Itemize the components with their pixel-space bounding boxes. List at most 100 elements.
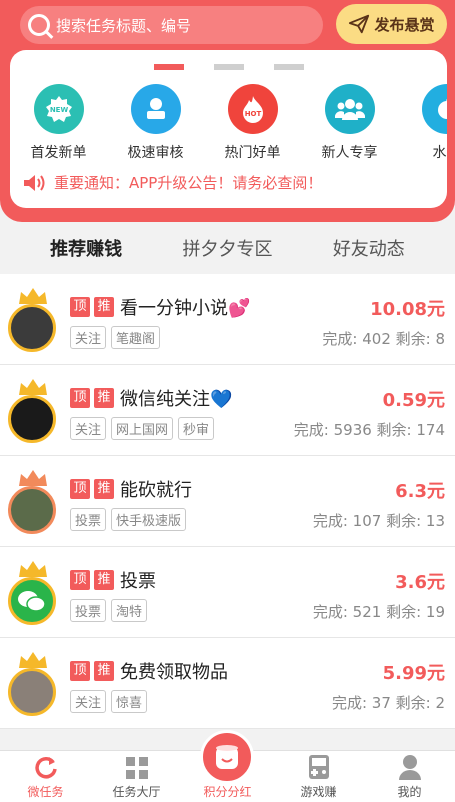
tab-pinxixi[interactable]: 拼夕夕专区 — [182, 235, 272, 261]
task-list: 顶 推 看一分钟小说💕 关注 笔趣阁 10.08元 完成: 402 剩余: 8 … — [0, 274, 455, 729]
feed-tabs: 推荐赚钱 拼夕夕专区 好友动态 — [0, 222, 455, 274]
task-row[interactable]: 顶 推 能砍就行 投票 快手极速版 6.3元 完成: 107 剩余: 13 — [0, 456, 455, 547]
avatar — [8, 559, 58, 625]
avatar — [8, 377, 58, 443]
top-badge: 顶 — [70, 661, 90, 681]
task-price: 3.6元 — [395, 572, 445, 593]
task-title: 投票 — [120, 571, 156, 592]
crown-icon — [19, 561, 47, 577]
task-tag: 快手极速版 — [111, 508, 187, 531]
task-stats: 完成: 521 剩余: 19 — [312, 603, 445, 621]
nav-profile[interactable]: 我的 — [364, 751, 455, 802]
new-badge-icon: NEW — [33, 84, 84, 134]
crown-icon — [19, 288, 47, 304]
task-price: 0.59元 — [382, 390, 445, 411]
avatar — [8, 650, 58, 716]
top-badge: 顶 — [70, 297, 90, 317]
category-label: 首发新单 — [30, 145, 87, 161]
avatar-image — [8, 668, 56, 716]
refresh-icon — [34, 757, 57, 779]
fruit-icon — [421, 84, 447, 134]
publish-bounty-button[interactable]: 发布悬赏 — [336, 4, 447, 44]
task-price: 10.08元 — [370, 299, 445, 320]
push-badge: 推 — [94, 388, 114, 408]
task-title-line: 顶 推 能砍就行 — [70, 476, 192, 502]
grid-icon — [125, 757, 148, 779]
carousel-dot[interactable] — [153, 64, 184, 70]
tab-friend-activity[interactable]: 好友动态 — [333, 235, 405, 261]
nav-label: 积分分红 — [203, 785, 252, 799]
gamepad-icon — [308, 755, 329, 779]
notice-bar[interactable]: 重要通知：APP升级公告！请务必查阅！ — [22, 172, 322, 193]
nav-task-hall[interactable]: 任务大厅 — [91, 751, 182, 802]
search-bar[interactable]: 搜索任务标题、编号 — [20, 6, 323, 44]
carousel-dot[interactable] — [273, 64, 304, 70]
nav-game-earn[interactable]: 游戏赚 — [273, 751, 364, 802]
task-tag: 秒审 — [178, 417, 215, 440]
task-tags: 关注 网上国网 秒审 — [70, 417, 215, 440]
task-row[interactable]: 顶 推 看一分钟小说💕 关注 笔趣阁 10.08元 完成: 402 剩余: 8 — [0, 274, 455, 365]
task-row[interactable]: 顶 推 投票 投票 淘特 3.6元 完成: 521 剩余: 19 — [0, 547, 455, 638]
task-tag: 淘特 — [111, 599, 148, 622]
task-title-line: 顶 推 看一分钟小说💕 — [70, 294, 250, 320]
tab-recommended[interactable]: 推荐赚钱 — [50, 235, 123, 261]
task-tags: 关注 笔趣阁 — [70, 326, 161, 349]
avatar — [8, 468, 58, 534]
task-stats: 完成: 402 剩余: 8 — [322, 330, 445, 348]
task-title: 能砍就行 — [120, 480, 192, 501]
carousel-dot[interactable] — [213, 64, 244, 70]
nav-micro-tasks[interactable]: 微任务 — [0, 751, 91, 802]
task-stats: 完成: 107 剩余: 13 — [312, 512, 445, 530]
svg-text:HOT: HOT — [244, 110, 261, 118]
task-tags: 关注 惊喜 — [70, 690, 148, 713]
task-tag: 关注 — [70, 690, 107, 713]
task-row[interactable]: 顶 推 免费领取物品 关注 惊喜 5.99元 完成: 37 剩余: 2 — [0, 638, 455, 729]
task-title-line: 顶 推 投票 — [70, 567, 156, 593]
task-tag: 关注 — [70, 326, 107, 349]
crown-icon — [19, 379, 47, 395]
avatar-image — [8, 395, 56, 443]
category-label: 极速审核 — [127, 145, 184, 161]
top-badge: 顶 — [70, 570, 90, 590]
search-icon — [28, 14, 50, 36]
task-tag: 笔趣阁 — [111, 326, 161, 349]
crown-icon — [19, 470, 47, 486]
category-fruit[interactable]: 水果 — [398, 84, 447, 162]
points-dividend-bubble[interactable] — [200, 730, 254, 784]
task-title-line: 顶 推 免费领取物品 — [70, 658, 228, 684]
top-badge: 顶 — [70, 479, 90, 499]
task-stats: 完成: 5936 剩余: 174 — [293, 421, 445, 439]
category-label: 新人专享 — [321, 145, 378, 161]
task-title: 免费领取物品 — [120, 662, 228, 683]
svg-text:NEW: NEW — [49, 106, 68, 114]
avatar — [8, 286, 58, 352]
task-tags: 投票 快手极速版 — [70, 508, 187, 531]
category-hot-orders[interactable]: HOT 热门好单 — [204, 84, 301, 162]
task-tag: 网上国网 — [111, 417, 174, 440]
category-new-orders[interactable]: NEW 首发新单 — [10, 84, 107, 162]
task-tag: 关注 — [70, 417, 107, 440]
avatar-image — [8, 486, 56, 534]
category-label: 热门好单 — [224, 145, 281, 161]
task-row[interactable]: 顶 推 微信纯关注💙 关注 网上国网 秒审 0.59元 完成: 5936 剩余:… — [0, 365, 455, 456]
group-users-icon — [324, 84, 375, 134]
user-icon — [398, 755, 421, 780]
carousel-indicator — [10, 64, 447, 70]
task-price: 6.3元 — [395, 481, 445, 502]
push-badge: 推 — [94, 661, 114, 681]
task-tag: 投票 — [70, 508, 107, 531]
nav-label: 游戏赚 — [300, 785, 337, 799]
category-label: 水果 — [432, 145, 448, 161]
category-list: NEW 首发新单 极速审核 HOT 热门好单 新人专享 水 — [10, 84, 447, 162]
category-fast-review[interactable]: 极速审核 — [107, 84, 204, 162]
wechat-avatar-icon — [8, 577, 56, 625]
task-tag: 惊喜 — [111, 690, 148, 713]
crown-icon — [19, 652, 47, 668]
task-title: 看一分钟小说💕 — [120, 298, 251, 319]
notice-text: 重要通知：APP升级公告！请务必查阅！ — [54, 174, 323, 192]
category-newcomer[interactable]: 新人专享 — [301, 84, 398, 162]
task-tags: 投票 淘特 — [70, 599, 148, 622]
task-stats: 完成: 37 剩余: 2 — [331, 694, 445, 712]
task-price: 5.99元 — [382, 663, 445, 684]
category-card: NEW 首发新单 极速审核 HOT 热门好单 新人专享 水 重要通知：APP升级… — [10, 50, 447, 208]
